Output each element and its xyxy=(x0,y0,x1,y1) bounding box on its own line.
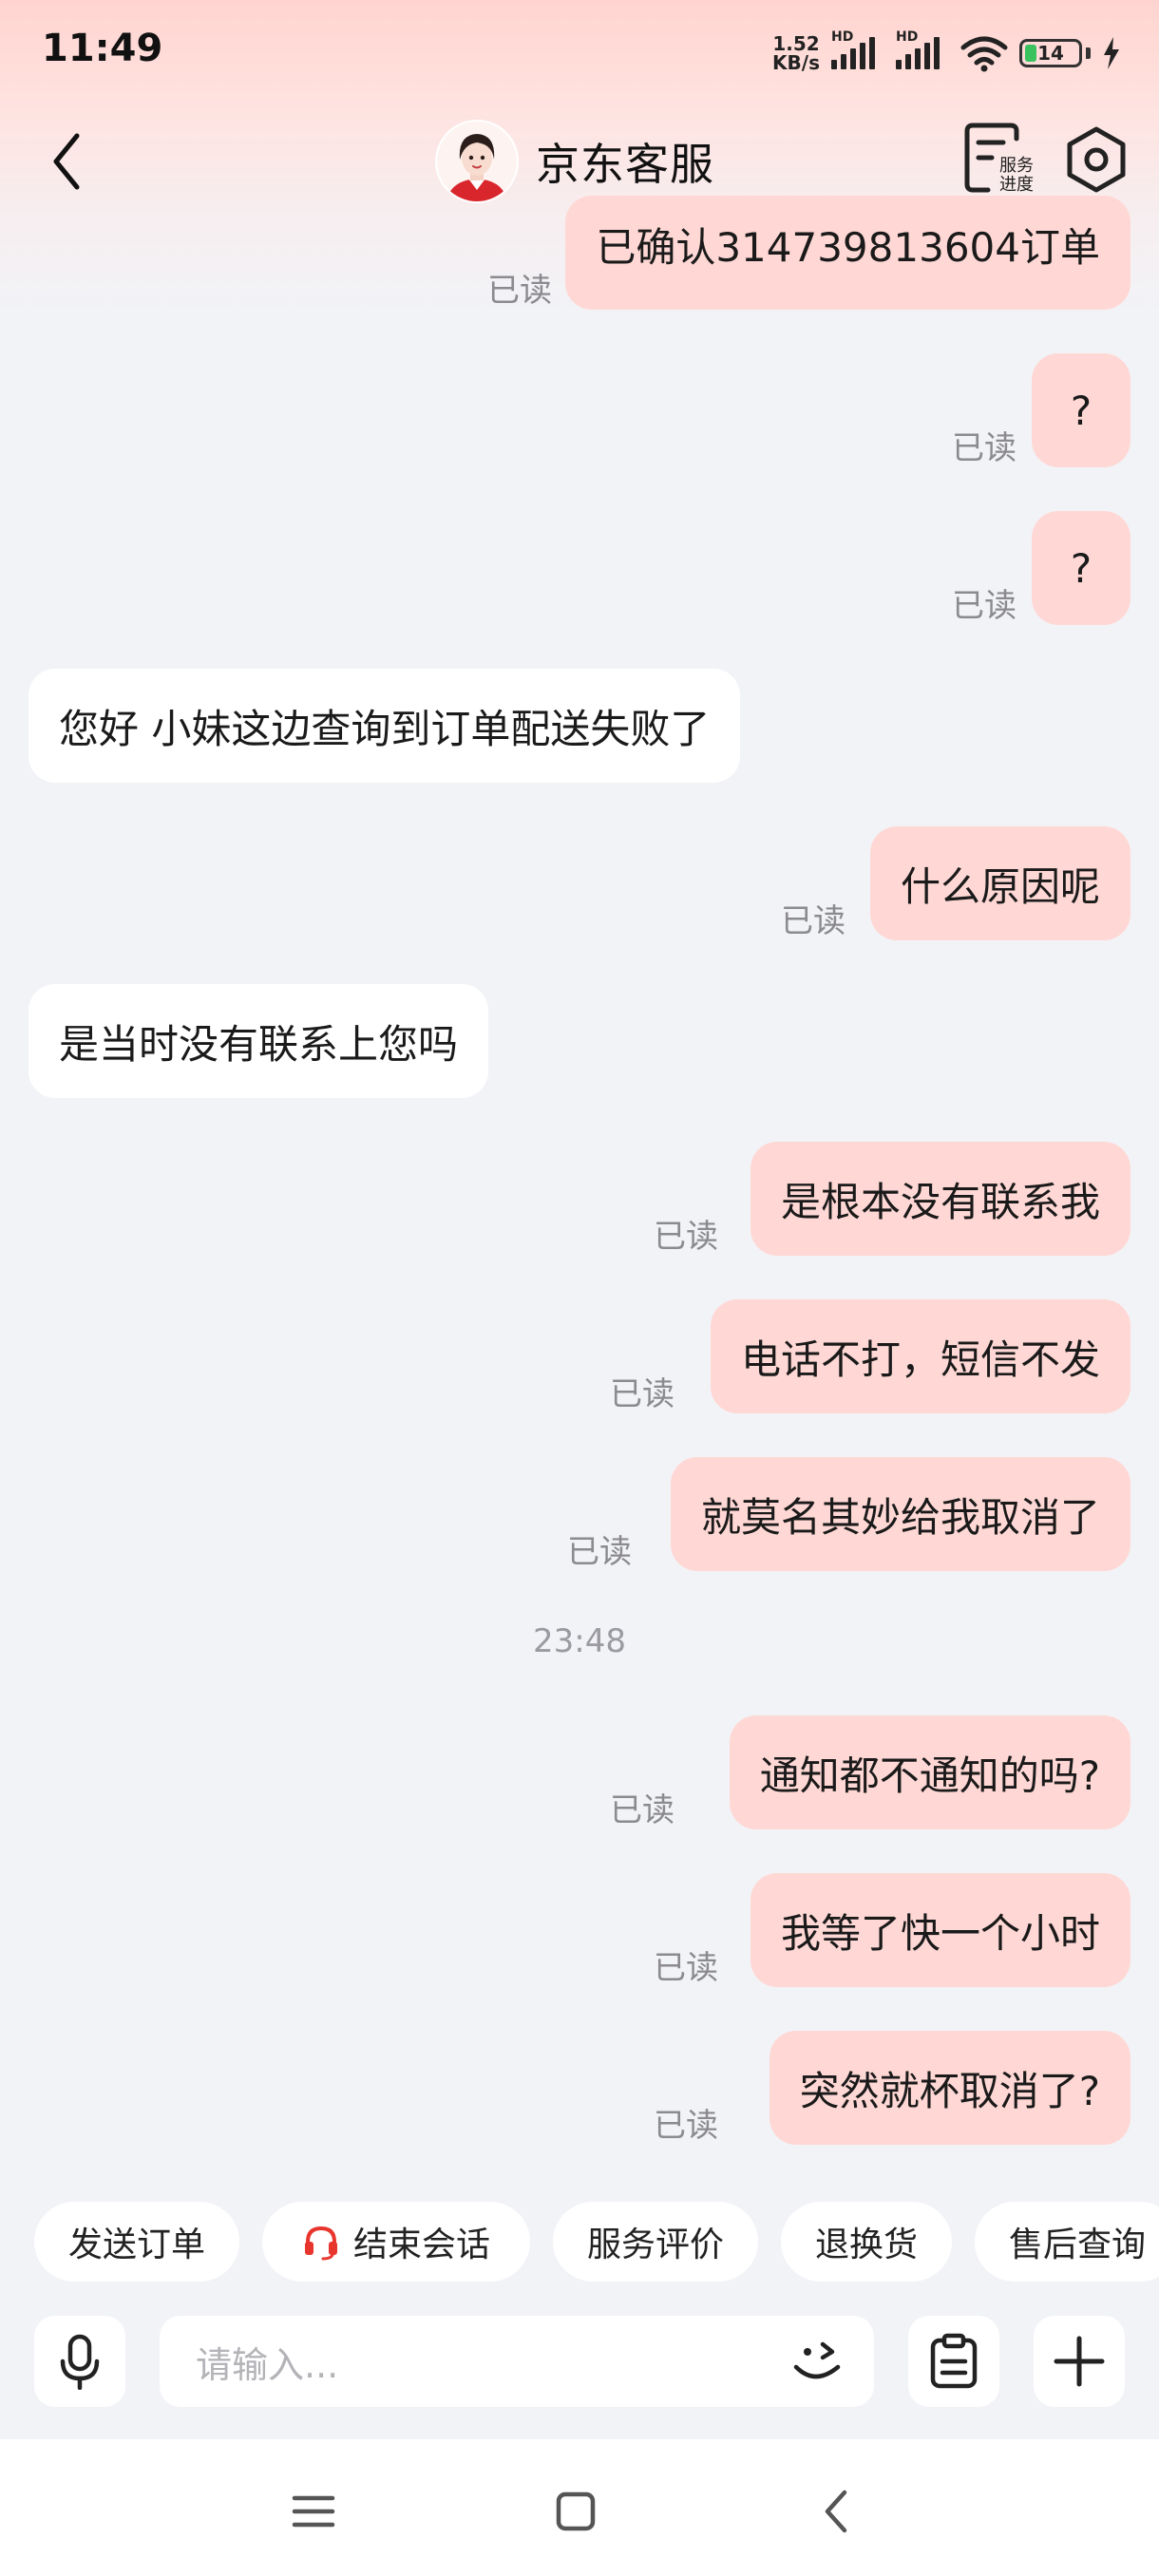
return-exchange-label: 退换货 xyxy=(814,2226,918,2264)
my-message-bubble[interactable]: 电话不打，短信不发 xyxy=(710,1299,1130,1413)
send-order-chip[interactable]: 发送订单 xyxy=(34,2202,239,2282)
message-row: 已确认314739813604订单 已读 xyxy=(0,196,1159,310)
settings-button[interactable] xyxy=(1060,123,1132,196)
my-message-bubble[interactable]: 我等了快一个小时 xyxy=(750,1873,1130,1987)
back-triangle-icon xyxy=(825,2490,847,2533)
my-message-bubble[interactable]: 通知都不通知的吗? xyxy=(729,1715,1130,1829)
add-button[interactable] xyxy=(1034,2316,1125,2407)
return-exchange-chip[interactable]: 退换货 xyxy=(781,2202,952,2282)
send-order-label: 发送订单 xyxy=(67,2226,205,2264)
clipboard-button[interactable] xyxy=(908,2316,999,2407)
service-progress-label-2: 进度 xyxy=(999,175,1034,195)
message-row: 是根本没有联系我 已读 xyxy=(0,1142,1159,1256)
wifi-icon xyxy=(960,36,1008,72)
read-status: 已读 xyxy=(781,902,846,940)
agent-message-bubble[interactable]: 是当时没有联系上您吗 xyxy=(28,984,489,1098)
microphone-icon xyxy=(60,2334,100,2390)
headset-icon xyxy=(304,2226,337,2261)
input-bar: 请输入... xyxy=(0,2310,1159,2415)
read-status: 已读 xyxy=(952,429,1016,467)
charging-icon xyxy=(1104,37,1119,69)
my-message-bubble[interactable]: ? xyxy=(1032,511,1130,625)
network-speed-unit: KB/s xyxy=(772,51,820,74)
nav-menu-button[interactable] xyxy=(276,2473,352,2549)
voice-button[interactable] xyxy=(34,2316,125,2407)
battery-level: 14 xyxy=(1037,42,1064,65)
end-session-chip[interactable]: 结束会话 xyxy=(262,2202,530,2282)
read-status: 已读 xyxy=(952,587,1016,625)
chat-timestamp: 23:48 xyxy=(533,1622,626,1660)
battery-tip xyxy=(1086,47,1091,59)
after-sales-label: 售后查询 xyxy=(1008,2226,1146,2264)
network-speed-value: 1.52 xyxy=(772,32,820,55)
my-message-bubble[interactable]: 突然就杯取消了? xyxy=(769,2031,1130,2145)
my-message-bubble[interactable]: ? xyxy=(1032,353,1130,467)
message-row: 突然就杯取消了? 已读 xyxy=(0,2031,1159,2145)
message-row: 是当时没有联系上您吗 xyxy=(0,984,1159,1098)
signal-hd-label: HD xyxy=(831,29,854,45)
nav-back-button[interactable] xyxy=(798,2473,874,2549)
status-icons: 1.52 KB/s HD HD 14 xyxy=(772,29,1121,76)
battery-icon: 14 xyxy=(1019,39,1082,67)
clipboard-icon xyxy=(930,2333,978,2389)
message-row: ? 已读 xyxy=(0,353,1159,467)
plus-icon xyxy=(1054,2336,1105,2387)
read-status: 已读 xyxy=(610,1375,674,1413)
chevron-left-icon xyxy=(53,133,80,190)
message-input[interactable]: 请输入... xyxy=(160,2316,874,2407)
agent-avatar xyxy=(437,122,517,201)
read-status: 已读 xyxy=(654,2107,718,2145)
my-message-bubble[interactable]: 已确认314739813604订单 xyxy=(565,196,1130,310)
message-row: ? 已读 xyxy=(0,511,1159,625)
system-navigation-bar xyxy=(0,2439,1159,2576)
chat-title: 京东客服 xyxy=(437,116,714,207)
settings-hexagon-icon xyxy=(1067,126,1126,193)
message-row: 我等了快一个小时 已读 xyxy=(0,1873,1159,1987)
after-sales-chip[interactable]: 售后查询 xyxy=(975,2202,1159,2282)
status-time: 11:49 xyxy=(42,27,163,70)
service-progress-button[interactable]: 服务 进度 xyxy=(961,118,1041,201)
agent-message-bubble[interactable]: 您好 小妹这边查询到订单配送失败了 xyxy=(28,669,741,783)
back-button[interactable] xyxy=(38,123,95,199)
read-status: 已读 xyxy=(654,1949,718,1987)
quick-actions-bar: 发送订单 结束会话 服务评价 退换货 售后查询 xyxy=(0,2202,1159,2283)
network-speed: 1.52 KB/s xyxy=(772,34,820,72)
service-rating-chip[interactable]: 服务评价 xyxy=(553,2202,758,2282)
message-input-placeholder: 请输入... xyxy=(196,2343,339,2386)
read-status: 已读 xyxy=(610,1791,674,1829)
my-message-bubble[interactable]: 什么原因呢 xyxy=(869,826,1130,940)
signal-icon-2: HD xyxy=(896,29,949,69)
menu-icon xyxy=(292,2495,335,2528)
service-progress-icon: 服务 进度 xyxy=(964,123,1034,195)
nav-home-button[interactable] xyxy=(538,2473,614,2549)
read-status: 已读 xyxy=(654,1218,718,1256)
my-message-bubble[interactable]: 是根本没有联系我 xyxy=(750,1142,1130,1256)
wink-emoji-icon[interactable] xyxy=(787,2331,847,2392)
signal-hd-label-2: HD xyxy=(896,29,919,45)
message-row: 通知都不通知的吗? 已读 xyxy=(0,1715,1159,1829)
home-square-icon xyxy=(556,2491,596,2531)
status-bar: 11:49 1.52 KB/s HD HD 14 xyxy=(0,0,1159,104)
message-row: 什么原因呢 已读 xyxy=(0,826,1159,940)
message-row: 您好 小妹这边查询到订单配送失败了 xyxy=(0,669,1159,783)
read-status: 已读 xyxy=(487,272,552,310)
end-session-label: 结束会话 xyxy=(352,2226,490,2264)
my-message-bubble[interactable]: 就莫名其妙给我取消了 xyxy=(670,1457,1130,1571)
message-row: 就莫名其妙给我取消了 已读 xyxy=(0,1457,1159,1571)
read-status: 已读 xyxy=(567,1533,632,1571)
service-rating-label: 服务评价 xyxy=(586,2226,724,2264)
message-row: 电话不打，短信不发 已读 xyxy=(0,1299,1159,1413)
service-progress-label-1: 服务 xyxy=(999,156,1034,176)
page-title: 京东客服 xyxy=(536,139,714,190)
signal-icon: HD xyxy=(831,29,884,69)
